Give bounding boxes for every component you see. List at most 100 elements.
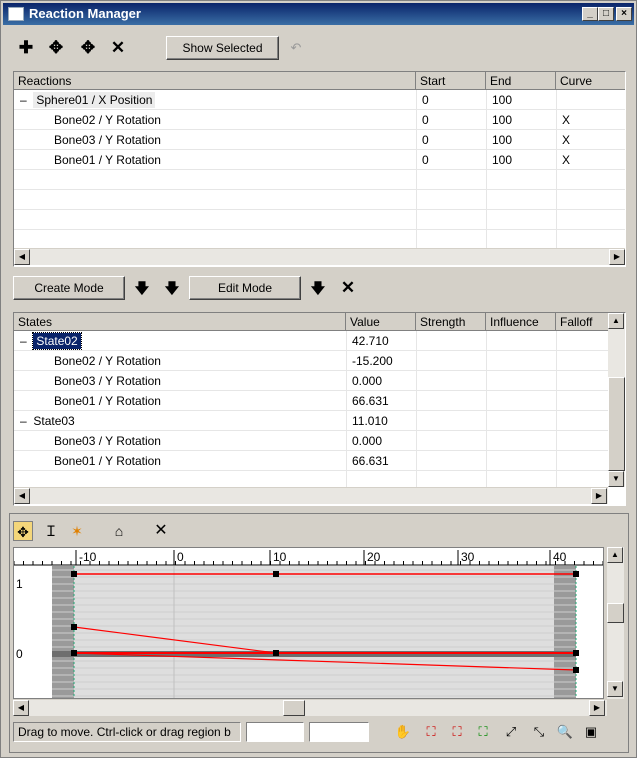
reaction-start: 0 <box>422 153 429 167</box>
column-start[interactable]: Start <box>416 72 486 90</box>
append-state-icon[interactable]: 🡇 <box>131 277 153 299</box>
scroll-right-button[interactable]: ▶ <box>591 488 607 504</box>
state-row[interactable]: Bone03 / Y Rotation 0.000 <box>14 431 608 451</box>
column-reactions[interactable]: Reactions <box>14 72 416 90</box>
expander-icon[interactable]: – <box>20 334 27 348</box>
state-value[interactable]: 0.000 <box>346 371 382 391</box>
edit-mode-button[interactable]: Edit Mode <box>189 276 301 300</box>
state-row[interactable]: Bone01 / Y Rotation 66.631 <box>14 391 608 411</box>
scroll-down-button[interactable]: ▼ <box>607 681 623 697</box>
expander-icon[interactable]: – <box>20 414 27 428</box>
title-bar[interactable]: Reaction Manager _ □ × <box>3 3 634 25</box>
zoom-horizontal-extents-icon[interactable]: ⤢ <box>501 722 521 742</box>
curve-vscrollbar[interactable]: ▲ ▼ <box>607 547 624 699</box>
curve-hscrollbar[interactable]: ◀ ▶ <box>13 699 607 716</box>
zoom-value-icon[interactable]: ⛶ <box>473 722 493 742</box>
delete-key-icon[interactable]: ✕ <box>151 521 171 541</box>
scale-keys-icon[interactable]: Ｉ <box>41 521 61 541</box>
states-list[interactable]: States Value Strength Influence Falloff … <box>13 312 626 506</box>
ruler-label: -10 <box>79 550 97 564</box>
reactions-list[interactable]: Reactions Start End Curve – Sphere01 / X… <box>13 71 626 267</box>
state-row[interactable]: Bone02 / Y Rotation -15.200 <box>14 351 608 371</box>
minimize-button[interactable]: _ <box>582 7 598 21</box>
set-state-icon[interactable]: 🡇 <box>307 277 329 299</box>
state-value[interactable]: 66.631 <box>346 451 389 471</box>
hscroll-thumb[interactable] <box>283 700 305 716</box>
maximize-button[interactable]: □ <box>598 7 614 21</box>
move-keys-icon[interactable]: ✥ <box>13 521 33 541</box>
state-row[interactable]: Bone03 / Y Rotation 0.000 <box>14 371 608 391</box>
scroll-left-button[interactable]: ◀ <box>13 700 29 716</box>
scroll-right-button[interactable]: ▶ <box>609 249 625 265</box>
vscroll-thumb[interactable] <box>608 377 625 471</box>
vscroll-thumb[interactable] <box>607 603 624 623</box>
delete-state-icon[interactable]: ✕ <box>337 277 359 299</box>
column-states[interactable]: States <box>14 313 346 331</box>
column-strength[interactable]: Strength <box>416 313 486 331</box>
column-end[interactable]: End <box>486 72 556 90</box>
state-value[interactable]: -15.200 <box>346 351 393 371</box>
zoom-region-icon[interactable]: ▣ <box>581 722 601 742</box>
reaction-row[interactable]: – Sphere01 / X Position 0 100 <box>14 90 625 110</box>
create-mode-button[interactable]: Create Mode <box>13 276 125 300</box>
curve-key <box>273 650 279 656</box>
curve-graph[interactable]: -10 0 10 20 30 40 1 0 <box>13 547 604 699</box>
empty-row <box>14 190 625 210</box>
zoom-vertical-icon[interactable]: ⤡ <box>529 722 549 742</box>
zoom-extents-icon[interactable]: ⛶ <box>421 722 441 742</box>
state-value[interactable]: 66.631 <box>346 391 389 411</box>
column-falloff[interactable]: Falloff <box>556 313 610 331</box>
state-value[interactable]: 0.000 <box>346 431 382 451</box>
show-selected-button[interactable]: Show Selected <box>166 36 279 60</box>
reaction-curve[interactable]: X <box>556 130 570 150</box>
scroll-right-button[interactable]: ▶ <box>589 700 605 716</box>
state-name: – State03 <box>14 411 75 431</box>
curve-key <box>71 624 77 630</box>
undo-icon[interactable]: ↶ <box>285 37 307 59</box>
state-label: Bone03 / Y Rotation <box>54 434 161 448</box>
create-states-icon[interactable]: 🡇 <box>161 277 183 299</box>
reaction-row[interactable]: Bone01 / Y Rotation 0 100 X <box>14 150 625 170</box>
scroll-up-button[interactable]: ▲ <box>607 547 623 563</box>
reaction-curve[interactable]: X <box>556 110 570 130</box>
expander-icon[interactable]: – <box>20 93 27 107</box>
states-vscrollbar[interactable]: ▲ ▼ <box>608 313 625 487</box>
scroll-up-button[interactable]: ▲ <box>608 313 624 329</box>
reaction-name: Bone02 / Y Rotation <box>14 110 161 130</box>
state-label: State02 <box>32 332 82 350</box>
insert-key-icon[interactable]: ✶ <box>67 521 87 541</box>
reaction-start: 0 <box>422 113 429 127</box>
close-button[interactable]: × <box>616 7 632 21</box>
state-row[interactable]: – State02 42.710 <box>14 331 608 351</box>
state-value[interactable]: 42.710 <box>346 331 389 351</box>
scroll-left-button[interactable]: ◀ <box>14 249 30 265</box>
add-slave-icon[interactable]: ✥ <box>77 37 99 59</box>
scroll-left-button[interactable]: ◀ <box>14 488 30 504</box>
scroll-down-button[interactable]: ▼ <box>608 471 624 487</box>
reaction-row[interactable]: Bone03 / Y Rotation 0 100 X <box>14 130 625 150</box>
state-row[interactable]: Bone01 / Y Rotation 66.631 <box>14 451 608 471</box>
state-label: State03 <box>33 414 75 428</box>
zoom-icon[interactable]: 🔍 <box>555 722 575 742</box>
add-master-icon[interactable]: ✚ <box>15 37 37 59</box>
column-curve[interactable]: Curve <box>556 72 625 90</box>
reaction-row[interactable]: Bone02 / Y Rotation 0 100 X <box>14 110 625 130</box>
empty-row <box>14 210 625 230</box>
state-row[interactable]: – State03 11.010 <box>14 411 608 431</box>
column-value[interactable]: Value <box>346 313 416 331</box>
key-time-field[interactable] <box>246 722 304 742</box>
pan-icon[interactable]: ⌂ <box>109 521 129 541</box>
state-label: Bone02 / Y Rotation <box>54 354 161 368</box>
states-hscrollbar[interactable]: ◀ ▶ <box>14 487 608 504</box>
reaction-curve[interactable]: X <box>556 150 570 170</box>
column-influence[interactable]: Influence <box>486 313 556 331</box>
reaction-curve[interactable] <box>556 90 562 110</box>
state-value[interactable]: 11.010 <box>346 411 388 431</box>
add-selected-icon[interactable]: ✥ <box>45 37 67 59</box>
delete-icon[interactable]: ✕ <box>107 37 129 59</box>
key-value-field[interactable] <box>309 722 369 742</box>
reactions-hscrollbar[interactable]: ◀ ▶ <box>14 248 625 265</box>
zoom-horizontal-icon[interactable]: ⛶ <box>447 722 467 742</box>
state-label: Bone03 / Y Rotation <box>54 374 161 388</box>
hand-icon[interactable]: ✋ <box>393 722 413 742</box>
